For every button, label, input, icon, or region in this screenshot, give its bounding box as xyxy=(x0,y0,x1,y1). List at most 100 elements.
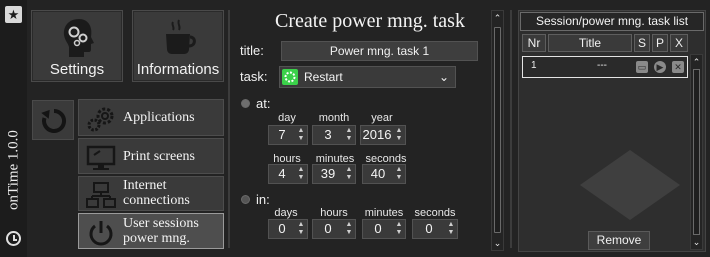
down-arrow-icon[interactable]: ▼ xyxy=(344,229,354,237)
print-screens-button[interactable]: Print screens xyxy=(78,138,224,174)
title-label: title: xyxy=(240,43,264,58)
minutes-value: 39 xyxy=(320,166,336,181)
down-arrow-icon[interactable]: ▼ xyxy=(344,135,354,143)
seconds-value: 40 xyxy=(370,166,386,181)
close-icon[interactable]: ✕ xyxy=(672,61,684,73)
monitor-icon xyxy=(86,145,116,170)
month-label: month xyxy=(318,112,350,124)
divider xyxy=(228,10,230,248)
task-list-scrollbar[interactable]: ⌃ ⌄ xyxy=(690,54,703,250)
hours-stepper[interactable]: 4 ▲ ▼ xyxy=(268,164,308,184)
clock-icon xyxy=(6,231,21,246)
at-radio[interactable] xyxy=(241,99,250,108)
scroll-thumb[interactable] xyxy=(693,69,700,235)
task-value: Restart xyxy=(304,70,343,84)
down-arrow-icon[interactable]: ▼ xyxy=(394,229,404,237)
informations-tile[interactable]: Informations xyxy=(132,10,224,82)
internet-connections-label: Internet connections xyxy=(123,178,190,208)
restart-icon xyxy=(282,69,298,85)
in-hours-value: 0 xyxy=(324,221,332,236)
month-value: 3 xyxy=(324,127,332,142)
scroll-down-icon[interactable]: ⌄ xyxy=(492,237,503,249)
days-value: 0 xyxy=(278,221,286,236)
in-minutes-value: 0 xyxy=(374,221,382,236)
minutes-stepper[interactable]: 39 ▲ ▼ xyxy=(312,164,356,184)
up-arrow-icon[interactable]: ▲ xyxy=(344,166,354,174)
column-header-p[interactable]: P xyxy=(652,34,668,52)
divider xyxy=(510,10,512,248)
days-label: days xyxy=(274,207,298,219)
form-scrollbar[interactable]: ⌃ ⌄ xyxy=(491,10,504,251)
form-heading: Create power mng. task xyxy=(275,10,465,32)
task-select[interactable]: Restart ⌄ xyxy=(279,66,456,88)
scroll-thumb[interactable] xyxy=(494,27,501,233)
user-sessions-power-label: User sessions power mng. xyxy=(123,216,199,246)
up-arrow-icon[interactable]: ▲ xyxy=(394,127,404,135)
down-arrow-icon[interactable]: ▼ xyxy=(394,135,404,143)
up-arrow-icon[interactable]: ▲ xyxy=(296,127,306,135)
up-arrow-icon[interactable]: ▲ xyxy=(296,221,306,229)
task-label: task: xyxy=(240,69,268,84)
at-label: at: xyxy=(256,96,271,111)
task-list-heading: Session/power mng. task list xyxy=(520,12,704,31)
in-label: in: xyxy=(256,192,270,207)
down-arrow-icon[interactable]: ▼ xyxy=(296,229,306,237)
title-input[interactable]: Power mng. task 1 xyxy=(281,41,478,61)
down-arrow-icon[interactable]: ▼ xyxy=(394,174,404,182)
year-label: year xyxy=(371,112,393,124)
in-radio[interactable] xyxy=(241,195,250,204)
print-screens-label: Print screens xyxy=(123,149,195,164)
column-header-title[interactable]: Title xyxy=(548,34,632,52)
applications-button[interactable]: Applications xyxy=(78,99,224,136)
settings-tile[interactable]: Settings xyxy=(31,10,123,82)
pin-icon[interactable]: ★ xyxy=(5,6,22,23)
refresh-icon xyxy=(41,108,67,133)
play-icon[interactable]: ▶ xyxy=(654,61,666,73)
in-seconds-label: seconds xyxy=(414,207,456,219)
version-label: onTime 1.0.0 xyxy=(5,130,21,210)
scroll-up-icon[interactable]: ⌃ xyxy=(492,12,503,24)
screen-icon[interactable]: ▭ xyxy=(636,61,648,73)
down-arrow-icon[interactable]: ▼ xyxy=(446,229,456,237)
down-arrow-icon[interactable]: ▼ xyxy=(344,174,354,182)
internet-connections-button[interactable]: Internet connections xyxy=(78,176,224,211)
in-hours-label: hours xyxy=(320,207,348,219)
down-arrow-icon[interactable]: ▼ xyxy=(296,135,306,143)
in-hours-stepper[interactable]: 0 ▲ ▼ xyxy=(312,219,356,239)
applications-label: Applications xyxy=(123,110,195,125)
head-gears-icon xyxy=(63,19,94,57)
up-arrow-icon[interactable]: ▲ xyxy=(344,221,354,229)
in-minutes-stepper[interactable]: 0 ▲ ▼ xyxy=(362,219,406,239)
column-header-s[interactable]: S xyxy=(634,34,650,52)
year-value: 2016 xyxy=(362,127,392,142)
month-stepper[interactable]: 3 ▲ ▼ xyxy=(312,125,356,145)
watermark-icon xyxy=(580,150,680,220)
seconds-stepper[interactable]: 40 ▲ ▼ xyxy=(362,164,406,184)
chevron-down-icon: ⌄ xyxy=(438,70,449,84)
in-minutes-label: minutes xyxy=(364,207,404,219)
up-arrow-icon[interactable]: ▲ xyxy=(296,166,306,174)
up-arrow-icon[interactable]: ▲ xyxy=(394,166,404,174)
column-header-nr[interactable]: Nr xyxy=(522,34,546,52)
left-strip: ★ onTime 1.0.0 xyxy=(0,0,27,257)
column-header-x[interactable]: X xyxy=(670,34,688,52)
user-sessions-power-button[interactable]: User sessions power mng. xyxy=(78,213,224,249)
in-seconds-stepper[interactable]: 0 ▲ ▼ xyxy=(412,219,458,239)
day-label: day xyxy=(278,112,296,124)
day-stepper[interactable]: 7 ▲ ▼ xyxy=(268,125,308,145)
remove-button[interactable]: Remove xyxy=(588,231,650,250)
table-row[interactable]: 1 --- ▭ ▶ ✕ xyxy=(522,56,688,78)
scroll-up-icon[interactable]: ⌃ xyxy=(691,56,702,68)
day-value: 7 xyxy=(278,127,286,142)
down-arrow-icon[interactable]: ▼ xyxy=(296,174,306,182)
scroll-down-icon[interactable]: ⌄ xyxy=(691,236,702,248)
up-arrow-icon[interactable]: ▲ xyxy=(446,221,456,229)
year-stepper[interactable]: 2016 ▲ ▼ xyxy=(360,125,406,145)
gears-icon xyxy=(87,107,114,132)
row-nr: 1 xyxy=(531,60,537,71)
up-arrow-icon[interactable]: ▲ xyxy=(394,221,404,229)
days-stepper[interactable]: 0 ▲ ▼ xyxy=(268,219,308,239)
power-icon xyxy=(89,221,113,246)
refresh-button[interactable] xyxy=(32,100,74,140)
up-arrow-icon[interactable]: ▲ xyxy=(344,127,354,135)
